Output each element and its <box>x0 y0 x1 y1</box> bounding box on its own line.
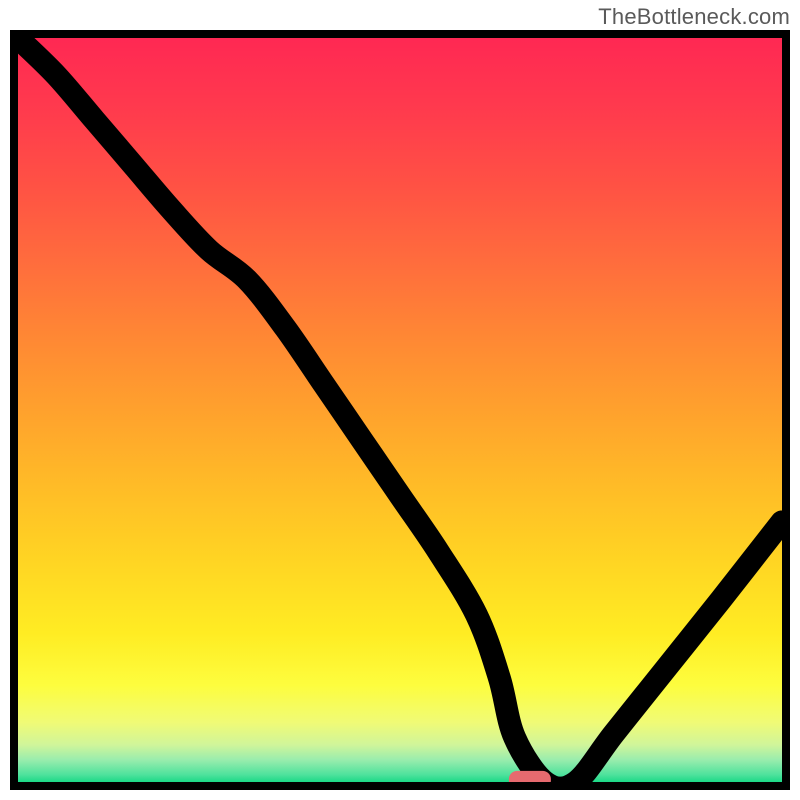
optimum-marker <box>509 771 551 782</box>
plot-area <box>10 30 790 790</box>
watermark-text: TheBottleneck.com <box>598 4 790 30</box>
chart-frame: TheBottleneck.com <box>0 0 800 800</box>
chart-svg <box>18 38 782 782</box>
